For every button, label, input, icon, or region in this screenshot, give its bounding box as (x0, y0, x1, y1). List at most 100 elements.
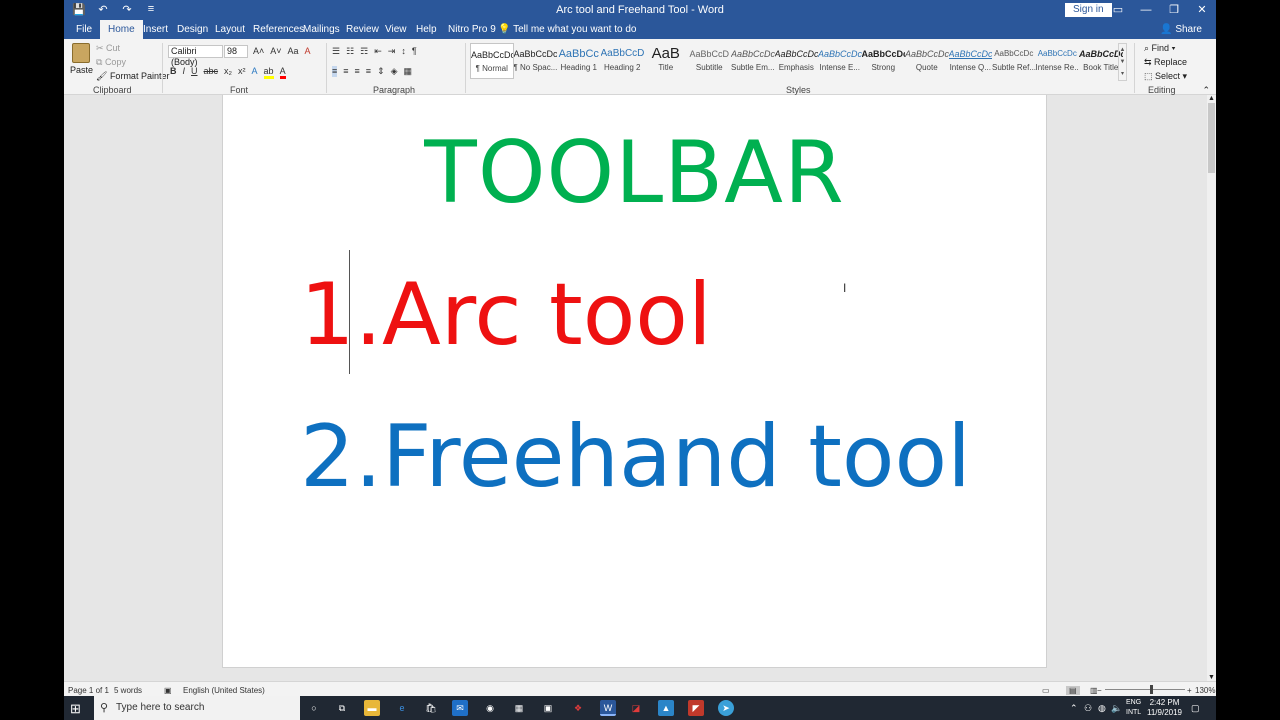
sort-icon[interactable]: ↕ (401, 46, 406, 57)
page-count[interactable]: Page 1 of 1 (68, 686, 109, 695)
italic-button[interactable]: I (183, 66, 186, 79)
edge-icon[interactable]: e (394, 700, 410, 716)
style-emphasis[interactable]: AaBbCcDc Emphasis (775, 43, 819, 79)
file-explorer-icon[interactable]: ▬ (364, 700, 380, 716)
justify-icon[interactable]: ≡ (366, 66, 371, 77)
style-title[interactable]: AaB Title (644, 43, 688, 79)
show-marks-icon[interactable]: ¶ (412, 46, 417, 57)
scroll-up-icon[interactable]: ▲ (1207, 95, 1216, 102)
task-view-icon[interactable]: ⧉ (334, 700, 350, 716)
read-mode-icon[interactable]: ▭ (1042, 686, 1050, 695)
tab-home[interactable]: Home (100, 20, 143, 39)
multilevel-list-icon[interactable]: ☶ (360, 46, 368, 57)
style-strong[interactable]: AaBbCcDc Strong (862, 43, 906, 79)
change-case-icon[interactable]: Aa (288, 46, 299, 56)
superscript-button[interactable]: x² (238, 66, 246, 79)
zoom-slider-thumb[interactable] (1150, 685, 1153, 694)
style-heading-2[interactable]: AaBbCcD Heading 2 (601, 43, 645, 79)
replace-button[interactable]: ⇆ Replace (1144, 57, 1187, 68)
pdf-icon[interactable]: ◪ (628, 700, 644, 716)
tab-references[interactable]: References (253, 24, 304, 35)
align-right-icon[interactable]: ≡ (355, 66, 360, 77)
text-effects-icon[interactable]: A (252, 66, 258, 79)
style-subtle-reference[interactable]: AaBbCcDc Subtle Ref... (992, 43, 1036, 79)
align-left-icon[interactable]: ≡ (332, 66, 338, 77)
shading-icon[interactable]: ◈ (391, 66, 398, 77)
app-icon-red[interactable]: ❖ (570, 700, 586, 716)
calculator-icon[interactable]: ▦ (511, 700, 527, 716)
tab-review[interactable]: Review (346, 24, 379, 35)
tab-mailings[interactable]: Mailings (303, 24, 340, 35)
tab-file[interactable]: File (76, 24, 92, 35)
zoom-out-icon[interactable]: − (1097, 686, 1102, 695)
share-button[interactable]: 👤 Share (1160, 24, 1202, 35)
mail-icon[interactable]: ✉ (452, 700, 468, 716)
style-quote[interactable]: AaBbCcDc Quote (905, 43, 949, 79)
clear-formatting-icon[interactable]: A (305, 46, 311, 56)
tab-nitro[interactable]: Nitro Pro 9 (448, 24, 496, 35)
paste-button[interactable]: Paste (70, 43, 93, 75)
taskbar-clock[interactable]: 2:42 PM 11/9/2019 (1147, 698, 1182, 718)
tell-me-search[interactable]: 💡 Tell me what you want to do (498, 24, 636, 35)
borders-icon[interactable]: ▦ (404, 66, 413, 77)
highlight-icon[interactable]: ab (263, 66, 274, 79)
word-count[interactable]: 5 words (114, 686, 142, 695)
grow-font-icon[interactable]: A˄ (253, 46, 264, 56)
style-intense-reference[interactable]: AaBbCcDc Intense Re... (1036, 43, 1080, 79)
font-name-select[interactable]: Calibri (Body) (168, 45, 223, 67)
zoom-level[interactable]: 130% (1195, 686, 1215, 695)
minimize-icon[interactable]: — (1132, 0, 1160, 20)
print-layout-icon[interactable]: ▤ (1066, 686, 1080, 695)
format-painter-button[interactable]: 🖌 Format Painter (96, 71, 169, 82)
tab-layout[interactable]: Layout (215, 24, 245, 35)
underline-button[interactable]: U (191, 66, 198, 79)
subscript-button[interactable]: x₂ (224, 66, 232, 79)
document-page[interactable]: TOOLBAR 1.Arc tool 2.Freehand tool I (222, 95, 1047, 668)
line-spacing-icon[interactable]: ⇕ (377, 66, 385, 77)
app-icon[interactable]: ◉ (482, 700, 498, 716)
style-no-spacing[interactable]: AaBbCcDc ¶ No Spac... (514, 43, 558, 79)
photos-icon[interactable]: ▣ (540, 700, 556, 716)
app-icon-badge[interactable]: ◤ (688, 700, 704, 716)
style-intense-quote[interactable]: AaBbCcDc Intense Q... (949, 43, 993, 79)
globe-icon[interactable]: ◍ (1098, 703, 1106, 714)
tab-insert[interactable]: Insert (143, 24, 168, 35)
font-size-select[interactable]: 98 (224, 45, 248, 58)
increase-indent-icon[interactable]: ⇥ (388, 46, 396, 57)
notifications-icon[interactable]: ▢ (1191, 703, 1200, 714)
proofing-icon[interactable]: ▣ (164, 686, 172, 695)
zoom-slider-track[interactable] (1105, 689, 1185, 690)
style-subtitle[interactable]: AaBbCcD Subtitle (688, 43, 732, 79)
style-subtle-emphasis[interactable]: AaBbCcDc Subtle Em... (731, 43, 775, 79)
strikethrough-button[interactable]: abc (204, 66, 219, 79)
bullets-icon[interactable]: ☰ (332, 46, 340, 57)
zoom-in-icon[interactable]: + (1187, 686, 1192, 695)
cut-button[interactable]: ✂ Cut (96, 43, 120, 54)
restore-icon[interactable]: ❐ (1160, 0, 1188, 20)
styles-more-icon[interactable]: ▲ ▼ ▾ (1118, 43, 1127, 81)
ribbon-display-icon[interactable]: ▭ (1104, 0, 1132, 20)
cortana-icon[interactable]: ○ (306, 700, 322, 716)
align-center-icon[interactable]: ≡ (343, 66, 348, 77)
close-icon[interactable]: ✕ (1188, 0, 1216, 20)
select-button[interactable]: ⬚ Select ▾ (1144, 71, 1187, 82)
scroll-down-icon[interactable]: ▼ (1207, 674, 1216, 681)
windows-start-icon[interactable]: ⊞ (70, 701, 81, 717)
scroll-thumb[interactable] (1208, 103, 1215, 173)
tab-view[interactable]: View (385, 24, 407, 35)
copy-button[interactable]: ⧉ Copy (96, 57, 126, 68)
word-taskbar-icon[interactable]: W (600, 700, 616, 716)
tab-help[interactable]: Help (416, 24, 437, 35)
shrink-font-icon[interactable]: A˅ (270, 46, 281, 56)
tray-chevron-icon[interactable]: ⌃ (1070, 703, 1078, 714)
input-language[interactable]: ENG INTL (1126, 698, 1141, 718)
store-icon[interactable]: 🛍 (423, 700, 439, 716)
find-button[interactable]: ⌕ Find ▾ (1144, 43, 1175, 54)
network-icon[interactable]: ⚇ (1084, 703, 1092, 714)
decrease-indent-icon[interactable]: ⇤ (374, 46, 382, 57)
style-intense-emphasis[interactable]: AaBbCcDc Intense E... (818, 43, 862, 79)
bold-button[interactable]: B (170, 66, 177, 79)
style-book-title[interactable]: AaBbCcDc Book Title (1079, 43, 1123, 79)
tab-design[interactable]: Design (177, 24, 208, 35)
language-indicator[interactable]: English (United States) (183, 686, 265, 695)
